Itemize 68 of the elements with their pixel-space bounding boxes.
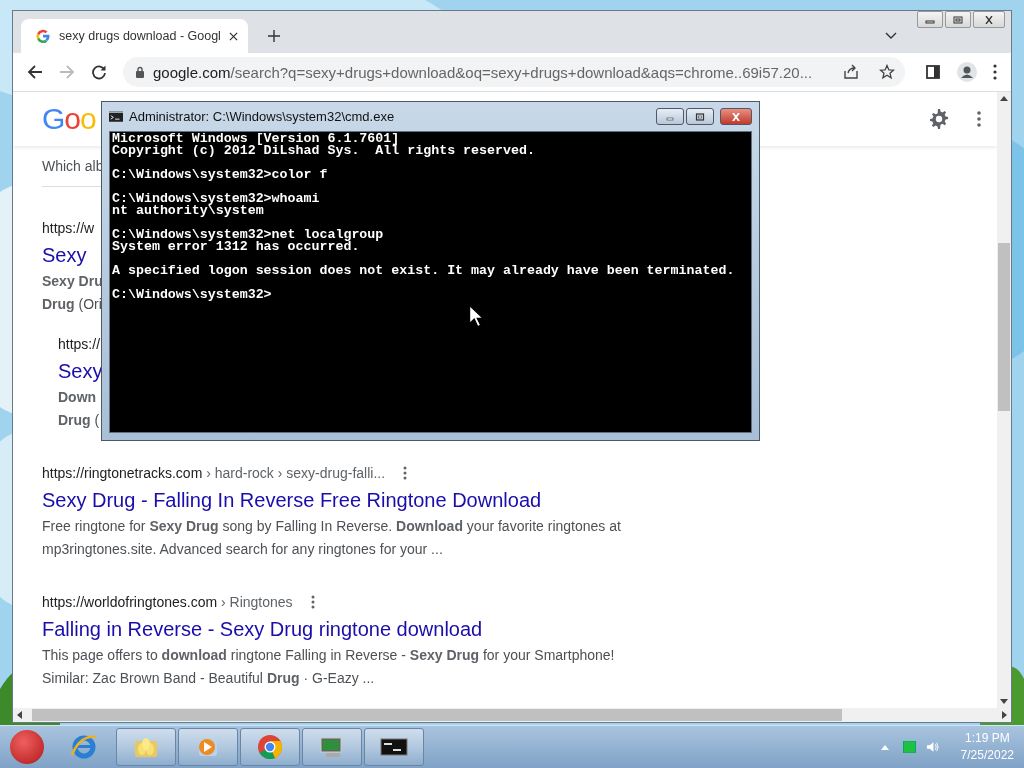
scroll-left-icon[interactable]	[17, 711, 22, 719]
result-link[interactable]: Sexy Drug - Falling In Reverse Free Ringtone Download	[42, 485, 542, 515]
result-snippet: mp3ringtones.site. Advanced search for any ringtones for your ...	[42, 540, 443, 559]
result-snippet: Drug (Ori	[42, 295, 102, 314]
scrollbar[interactable]	[13, 708, 1011, 722]
browser-tab[interactable]: sexy drugs download - Googl	[21, 19, 248, 53]
cursor-icon	[469, 305, 483, 327]
minimize-button[interactable]	[917, 11, 943, 28]
result-snippet: This page offers to download ringtone Falling in Reverse - Sexy Drug for your Smartphone!	[42, 646, 615, 665]
close-button[interactable]	[973, 11, 1005, 28]
close-icon	[984, 15, 994, 24]
console-line: C:\Windows\system32>color f	[112, 169, 329, 181]
menu-icon[interactable]	[993, 64, 997, 80]
maximize-icon	[695, 112, 705, 121]
console-line: A specified logon session does not exist. It may already have been terminated.	[112, 265, 736, 277]
browser-icon	[256, 733, 284, 761]
result-snippet: Free ringtone for Sexy Drug song by Falling In Reverse. Download your favorite ringtones at	[42, 517, 621, 536]
more-icon[interactable]	[403, 466, 408, 480]
result-url: https://ringtonetracks.com › hard-rock › sexy-drug-falli...	[42, 465, 386, 481]
terminal-icon	[109, 111, 123, 122]
result-snippet: Down	[58, 388, 97, 407]
globe-icon	[70, 733, 98, 761]
back-icon[interactable]	[27, 64, 43, 80]
console-line: nt authority\system	[112, 205, 264, 217]
result-url: https://worldofringtones.com › Ringtones	[42, 594, 293, 610]
profile-icon[interactable]	[957, 62, 977, 82]
result-url: https://w	[42, 220, 95, 236]
result-link[interactable]: Falling in Reverse - Sexy Drug ringtone download	[42, 614, 483, 644]
scroll-thumb[interactable]	[32, 709, 842, 721]
time-text: 1:19 PM	[964, 730, 1010, 747]
scroll-down-icon[interactable]	[1000, 699, 1008, 704]
console-line: Copyright (c) 2012 DiLshad Sys. All rights reserved.	[112, 145, 536, 157]
date-text: 7/25/2022	[960, 747, 1014, 764]
result-snippet: Drug (	[58, 411, 100, 430]
close-icon[interactable]	[228, 31, 238, 41]
taskbar-button[interactable]	[364, 728, 424, 766]
more-icon[interactable]	[310, 595, 315, 609]
close-button[interactable]	[720, 108, 752, 125]
share-icon[interactable]	[843, 64, 859, 80]
console-line: System error 1312 has occurred.	[112, 241, 360, 253]
scroll-up-icon[interactable]	[1000, 96, 1008, 101]
settings-icon[interactable]	[927, 107, 951, 131]
side-panel-icon[interactable]	[925, 64, 941, 80]
new-tab-icon[interactable]	[267, 30, 280, 42]
logo[interactable]: Goo	[42, 102, 96, 136]
scrollbar[interactable]	[997, 92, 1011, 708]
minimize-button[interactable]	[656, 108, 684, 125]
reload-icon[interactable]	[91, 64, 107, 80]
result-link[interactable]: Sexy	[58, 356, 103, 386]
console-line: C:\Windows\system32>	[112, 289, 273, 301]
chevron-down-icon[interactable]	[885, 32, 897, 40]
star-icon[interactable]	[879, 64, 895, 80]
result-url: https://	[58, 336, 101, 352]
console-line: C:\Windows\system32>net localgroup	[112, 229, 385, 241]
maximize-icon	[953, 15, 963, 24]
menu-icon[interactable]	[977, 111, 981, 127]
close-icon	[731, 112, 741, 121]
window-title: Administrator: C:\Windows\system32\cmd.exe	[129, 109, 395, 124]
console-line: Microsoft Windows [Version 6.1.7601]	[112, 133, 401, 145]
favicon-icon	[35, 28, 51, 44]
result-link[interactable]: Sexy	[42, 240, 87, 270]
lock-icon	[135, 66, 145, 78]
maximize-button[interactable]	[686, 108, 714, 125]
result-snippet: Similar: Zac Brown Band - Beautiful Drug · G-Eazy ...	[42, 669, 375, 688]
scroll-thumb[interactable]	[998, 243, 1010, 411]
address-bar[interactable]: google.com/search?q=sexy+drugs+download&oq=sexy+drugs+download&aqs=chrome..69i57.20...	[123, 57, 905, 87]
console-line: C:\Windows\system32>whoami	[112, 193, 321, 205]
scroll-right-icon[interactable]	[1002, 711, 1007, 719]
